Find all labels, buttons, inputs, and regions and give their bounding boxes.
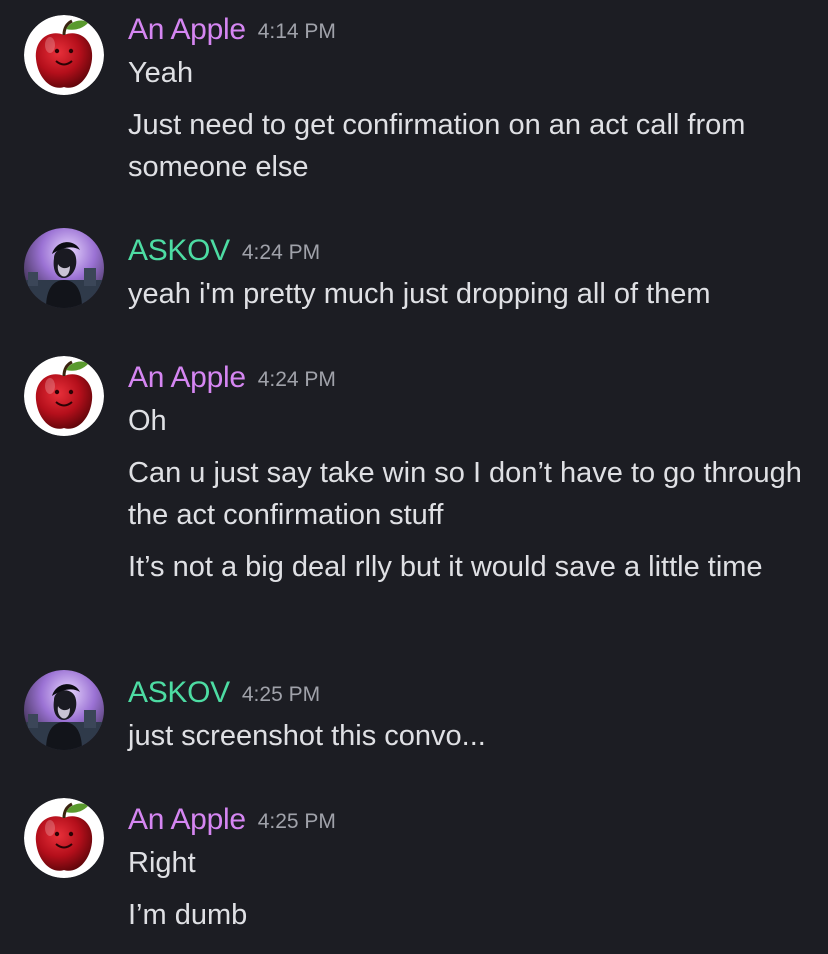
message-text: I’m dumb — [128, 899, 248, 931]
username[interactable]: An Apple — [128, 13, 246, 46]
timestamp: 4:25 PM — [241, 683, 321, 706]
apple-face-avatar-icon[interactable] — [24, 798, 104, 878]
anime-character-avatar-icon[interactable] — [24, 228, 104, 308]
message-text: just screenshot this convo... — [128, 720, 486, 752]
message-text: Yeah — [128, 57, 194, 89]
message-text: Right — [128, 847, 196, 879]
timestamp: 4:24 PM — [241, 241, 321, 264]
timestamp: 4:14 PM — [257, 20, 336, 43]
message-text: yeah i'm pretty much just dropping all o… — [128, 278, 711, 310]
username[interactable]: An Apple — [128, 361, 246, 394]
apple-face-avatar-icon[interactable] — [24, 356, 104, 436]
message-text: Can u just say take win so I don’t have … — [128, 457, 810, 531]
message-header: An Apple 4:24 PM — [128, 358, 336, 398]
message-header: An Apple 4:25 PM — [128, 800, 336, 840]
username[interactable]: ASKOV — [128, 234, 230, 267]
message-header: ASKOV 4:24 PM — [128, 231, 320, 271]
anime-character-avatar-icon[interactable] — [24, 670, 104, 750]
timestamp: 4:24 PM — [257, 368, 336, 391]
apple-face-avatar-icon[interactable] — [24, 15, 104, 95]
timestamp: 4:25 PM — [257, 810, 336, 833]
message-text: Just need to get confirmation on an act … — [128, 109, 754, 183]
chat-messages: An Apple 4:14 PM Yeah Just need to get co… — [0, 0, 828, 954]
username[interactable]: An Apple — [128, 803, 246, 836]
message-text: It’s not a big deal rlly but it would sa… — [128, 551, 763, 583]
message-text: Oh — [128, 405, 167, 437]
message-header: ASKOV 4:25 PM — [128, 673, 320, 713]
message-header: An Apple 4:14 PM — [128, 10, 336, 50]
username[interactable]: ASKOV — [128, 676, 230, 709]
